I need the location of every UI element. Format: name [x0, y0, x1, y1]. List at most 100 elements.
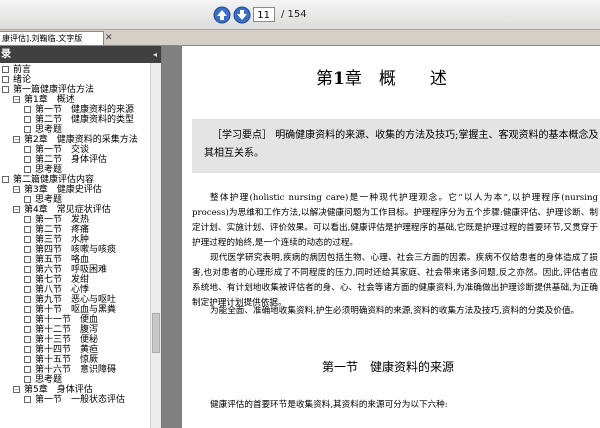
bookmark-label: 第七节 发绀: [35, 275, 90, 285]
bookmark-item[interactable]: 思考题: [0, 375, 150, 385]
bookmark-icon: [24, 276, 31, 283]
bookmark-item[interactable]: 第五节 咯血: [0, 255, 150, 265]
bookmarks-sidebar: 录 ◂ 前言 绪论 第一篇健康评估方法 − 第1章 概述 第一节 健康资料的来源 第二节 健…: [0, 46, 162, 428]
bookmark-item[interactable]: 第八节 心悸: [0, 285, 150, 295]
scrollbar-thumb[interactable]: [152, 313, 160, 353]
bookmark-item[interactable]: 第一节 发热: [0, 215, 150, 225]
bookmark-icon: [24, 226, 31, 233]
arrow-up-icon: [213, 6, 231, 24]
bookmark-label: 思考题: [35, 195, 63, 205]
sidebar-header: 录 ◂: [0, 46, 161, 63]
collapse-toggle-icon[interactable]: −: [13, 96, 20, 103]
bookmark-item[interactable]: 第九节 恶心与呕吐: [0, 295, 150, 305]
bookmark-label: 第十三节 便秘: [35, 335, 99, 345]
collapse-toggle-icon[interactable]: −: [13, 186, 20, 193]
chapter-number: 1: [333, 69, 345, 89]
bookmark-item[interactable]: 第十二节 腹泻: [0, 325, 150, 335]
sidebar-scrollbar[interactable]: [150, 63, 161, 428]
bookmark-label: 第二节 疼痛: [35, 225, 90, 235]
bookmark-label: 第十一节 便血: [35, 315, 99, 325]
page-number-input[interactable]: 11: [253, 7, 275, 22]
bookmark-icon: [24, 366, 31, 373]
bookmark-item[interactable]: 第十三节 便秘: [0, 335, 150, 345]
bookmark-item[interactable]: 绪论: [0, 75, 150, 85]
bookmark-item[interactable]: 第十节 呕血与黑粪: [0, 305, 150, 315]
bookmark-label: 第二节 身体评估: [35, 155, 108, 165]
bookmark-item[interactable]: 第三节 水肿: [0, 235, 150, 245]
bookmark-icon: [24, 156, 31, 163]
bookmark-item[interactable]: 第二节 身体评估: [0, 155, 150, 165]
document-tab[interactable]: 康评估].刘鞠临.文字版: [0, 31, 104, 45]
bookmark-item[interactable]: 第十五节 惊厥: [0, 355, 150, 365]
bookmark-item[interactable]: 第七节 发绀: [0, 275, 150, 285]
bookmark-label: 第一节 健康资料的来源: [35, 105, 135, 115]
bookmark-label: 第十节 呕血与黑粪: [35, 305, 117, 315]
bookmark-icon: [2, 66, 9, 73]
bookmark-icon: [24, 326, 31, 333]
bookmark-icon: [24, 356, 31, 363]
bookmark-item[interactable]: 思考题: [0, 165, 150, 175]
bookmark-item[interactable]: − 第2章 健康资料的采集方法: [0, 135, 150, 145]
document-page: 第1章 概 述 ［学习要点］ 明确健康资料的来源、收集的方法及技巧;掌握主、客观…: [182, 46, 600, 428]
bookmark-label: 第二节 健康资料的类型: [35, 115, 135, 125]
bookmark-icon: [24, 296, 31, 303]
bookmark-item[interactable]: 第二篇健康评估内容: [0, 175, 150, 185]
bookmark-label: 第一节 发热: [35, 215, 90, 225]
bookmark-label: 思考题: [35, 165, 63, 175]
bookmark-item[interactable]: 第十四节 黄疸: [0, 345, 150, 355]
bookmark-icon: [24, 316, 31, 323]
page-total-label: / 154: [281, 9, 307, 20]
bookmark-label: 第5章 身体评估: [24, 385, 93, 395]
previous-page-button[interactable]: [213, 6, 231, 24]
bookmark-icon: [24, 236, 31, 243]
bookmark-item[interactable]: 第一节 一般状态评估: [0, 395, 150, 405]
bookmark-item[interactable]: − 第3章 健康史评估: [0, 185, 150, 195]
close-tab-icon[interactable]: ✕: [105, 33, 113, 43]
bookmark-icon: [24, 396, 31, 403]
bookmark-item[interactable]: 第六节 呼吸困难: [0, 265, 150, 275]
bookmark-item[interactable]: − 第4章 常见症状评估: [0, 205, 150, 215]
bookmark-item[interactable]: 思考题: [0, 195, 150, 205]
bookmark-item[interactable]: 思考题: [0, 125, 150, 135]
bookmark-item[interactable]: 第二节 疼痛: [0, 225, 150, 235]
bookmark-item[interactable]: 第二节 健康资料的类型: [0, 115, 150, 125]
bookmark-label: 第4章 常见症状评估: [24, 205, 111, 215]
bookmark-icon: [24, 246, 31, 253]
collapse-sidebar-icon[interactable]: ◂: [153, 46, 157, 63]
chapter-suffix: 章 概 述: [344, 69, 447, 89]
bookmark-item[interactable]: 第一篇健康评估方法: [0, 85, 150, 95]
learning-points-box: ［学习要点］ 明确健康资料的来源、收集的方法及技巧;掌握主、客观资料的基本概念及…: [192, 119, 600, 173]
paragraph-3: 为能全面、准确地收集资料,护生必须明确资料的来源,资料的收集方法及技巧,资料的分…: [210, 306, 580, 316]
next-page-button[interactable]: [233, 6, 251, 24]
bookmark-icon: [2, 176, 9, 183]
bookmark-label: 第2章 健康资料的采集方法: [24, 135, 138, 145]
collapse-toggle-icon[interactable]: −: [13, 206, 20, 213]
bookmark-label: 前言: [13, 65, 32, 75]
bookmark-item[interactable]: 第一节 交谈: [0, 145, 150, 155]
collapse-toggle-icon[interactable]: −: [13, 386, 20, 393]
bookmark-item[interactable]: 第十一节 便血: [0, 315, 150, 325]
collapse-toggle-icon[interactable]: −: [13, 136, 20, 143]
paragraph-1: 整体护理(holistic nursing care)是一种现代护理观念。它“以…: [192, 193, 598, 248]
learning-points-text: ［学习要点］ 明确健康资料的来源、收集的方法及技巧;掌握主、客观资料的基本概念及…: [204, 127, 600, 163]
bookmark-label: 第一篇健康评估方法: [13, 85, 95, 95]
paragraph-4: 健康评估的首要环节是收集资料,其资料的来源可分为以下六种:: [210, 400, 448, 410]
toolbar: 11 / 154: [0, 0, 600, 30]
bookmark-icon: [24, 106, 31, 113]
bookmark-item[interactable]: 第一节 健康资料的来源: [0, 105, 150, 115]
bookmark-icon: [24, 306, 31, 313]
bookmark-label: 第六节 呼吸困难: [35, 265, 108, 275]
bookmark-icon: [24, 346, 31, 353]
bookmark-icon: [24, 266, 31, 273]
bookmark-item[interactable]: 第十六节 意识障碍: [0, 365, 150, 375]
bookmark-icon: [24, 116, 31, 123]
bookmark-item[interactable]: 第四节 咳嗽与咳痰: [0, 245, 150, 255]
bookmark-item[interactable]: − 第1章 概述: [0, 95, 150, 105]
bookmark-icon: [24, 126, 31, 133]
bookmark-icon: [24, 216, 31, 223]
bookmark-label: 第1章 概述: [24, 95, 75, 105]
bookmark-icon: [24, 196, 31, 203]
bookmark-item[interactable]: − 第5章 身体评估: [0, 385, 150, 395]
chapter-title: 第1章 概 述: [316, 64, 447, 89]
bookmark-item[interactable]: 前言: [0, 65, 150, 75]
